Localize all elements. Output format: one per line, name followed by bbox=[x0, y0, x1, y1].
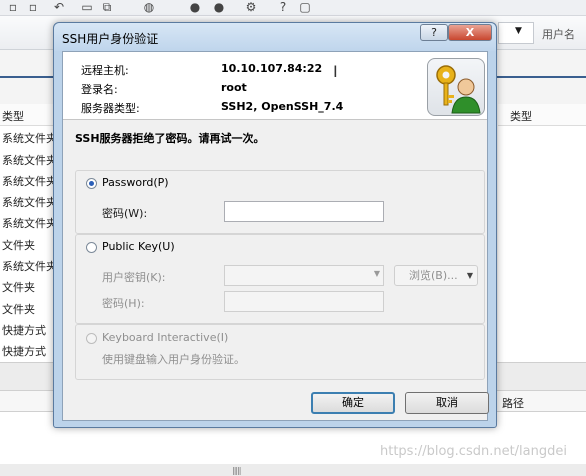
list-item[interactable]: 系统文件夹 bbox=[2, 215, 54, 231]
keyboard-interactive-label: Keyboard Interactive(I) bbox=[102, 331, 229, 344]
chat-icon[interactable]: ▢ bbox=[298, 0, 312, 14]
list-item[interactable]: 快捷方式 bbox=[2, 322, 54, 338]
globe-icon[interactable]: ◍ bbox=[142, 0, 156, 14]
text-cursor-icon: I bbox=[333, 62, 338, 81]
help-button[interactable]: ? bbox=[420, 24, 448, 41]
chevron-down-icon: ▼ bbox=[466, 271, 473, 280]
login-name-value: root bbox=[221, 81, 247, 94]
password-input[interactable] bbox=[224, 201, 384, 222]
password-radio[interactable] bbox=[86, 178, 97, 189]
toolbar-icon[interactable]: ▫ bbox=[26, 0, 40, 14]
server-type-label: 服务器类型: bbox=[81, 102, 140, 115]
toolbar-icon[interactable]: ↶ bbox=[52, 0, 66, 14]
column-header-type-right[interactable]: 类型 bbox=[510, 108, 532, 124]
toolbar-icon[interactable]: ▫ bbox=[6, 0, 20, 14]
keyboard-interactive-radio bbox=[86, 333, 97, 344]
remote-host-value: 10.10.107.84:22 bbox=[221, 62, 323, 75]
passphrase-input bbox=[224, 291, 384, 312]
list-item[interactable]: 快捷方式 bbox=[2, 343, 54, 359]
error-message: SSH服务器拒绝了密码。请再试一次。 bbox=[75, 132, 265, 145]
public-key-radio-label[interactable]: Public Key(U) bbox=[102, 240, 175, 253]
list-item[interactable]: 系统文件夹 bbox=[2, 258, 54, 274]
password-group: Password(P) 密码(W): bbox=[75, 170, 485, 234]
ssh-auth-dialog: SSH用户身份验证 ? X 远程主机: 10.10.107.84:22 登录名:… bbox=[53, 22, 497, 428]
public-key-radio[interactable] bbox=[86, 242, 97, 253]
toolbar-icon[interactable]: ● bbox=[188, 0, 202, 14]
list-item[interactable]: 系统文件夹 bbox=[2, 194, 54, 210]
keyboard-interactive-group: Keyboard Interactive(I) 使用键盘输入用户身份验证。 bbox=[75, 324, 485, 380]
password-radio-label[interactable]: Password(P) bbox=[102, 176, 169, 189]
background-dropdown[interactable]: ▼ bbox=[498, 22, 534, 44]
close-button[interactable]: X bbox=[448, 24, 492, 41]
user-key-combobox: ▼ bbox=[224, 265, 384, 286]
passphrase-label: 密码(H): bbox=[102, 297, 145, 310]
ok-button[interactable]: 确定 bbox=[311, 392, 395, 414]
list-item[interactable]: 文件夹 bbox=[2, 237, 54, 253]
key-user-icon bbox=[427, 58, 485, 116]
column-header-type[interactable]: 类型 bbox=[2, 108, 24, 124]
keyboard-interactive-description: 使用键盘输入用户身份验证。 bbox=[102, 353, 245, 366]
background-username-label: 用户名 bbox=[542, 28, 575, 41]
background-right-pane bbox=[498, 126, 586, 362]
help-icon[interactable]: ? bbox=[276, 0, 290, 14]
copy-icon[interactable]: ⧉ bbox=[100, 0, 114, 14]
dialog-title: SSH用户身份验证 bbox=[62, 32, 159, 46]
cancel-button[interactable]: 取消 bbox=[405, 392, 489, 414]
server-type-value: SSH2, OpenSSH_7.4 bbox=[221, 100, 344, 113]
column-header-path[interactable]: 路径 bbox=[502, 395, 524, 411]
remote-host-label: 远程主机: bbox=[81, 64, 129, 77]
connection-info: 远程主机: 10.10.107.84:22 登录名: root 服务器类型: S… bbox=[63, 52, 487, 120]
dialog-body: 远程主机: 10.10.107.84:22 登录名: root 服务器类型: S… bbox=[62, 51, 489, 421]
chevron-down-icon: ▼ bbox=[373, 269, 380, 278]
public-key-group: Public Key(U) 用户密钥(K): ▼ 浏览(B)... ▼ 密码(H… bbox=[75, 234, 485, 324]
list-item[interactable]: 系统文件夹 bbox=[2, 130, 54, 146]
resize-grip-icon[interactable]: ||||| bbox=[232, 466, 242, 475]
watermark: https://blog.csdn.net/langdei bbox=[380, 444, 567, 459]
chevron-down-icon: ▼ bbox=[515, 26, 522, 36]
list-item[interactable]: 系统文件夹 bbox=[2, 152, 54, 168]
list-item[interactable]: 文件夹 bbox=[2, 301, 54, 317]
browse-button-label: 浏览(B)... bbox=[409, 269, 458, 282]
password-field-label: 密码(W): bbox=[102, 207, 148, 220]
user-key-label: 用户密钥(K): bbox=[102, 271, 166, 284]
list-item[interactable]: 系统文件夹 bbox=[2, 173, 54, 189]
browse-button: 浏览(B)... ▼ bbox=[394, 265, 478, 286]
login-name-label: 登录名: bbox=[81, 83, 118, 96]
toolbar-icon[interactable]: ▭ bbox=[80, 0, 94, 14]
gear-icon[interactable]: ⚙ bbox=[244, 0, 258, 14]
background-toolbar: ▫ ▫ ↶ ▭ ⧉ ◍ ● ● ⚙ ? ▢ bbox=[0, 0, 586, 16]
toolbar-icon[interactable]: ● bbox=[212, 0, 226, 14]
dialog-title-bar[interactable]: SSH用户身份验证 ? X bbox=[54, 23, 496, 51]
list-item[interactable]: 文件夹 bbox=[2, 279, 54, 295]
